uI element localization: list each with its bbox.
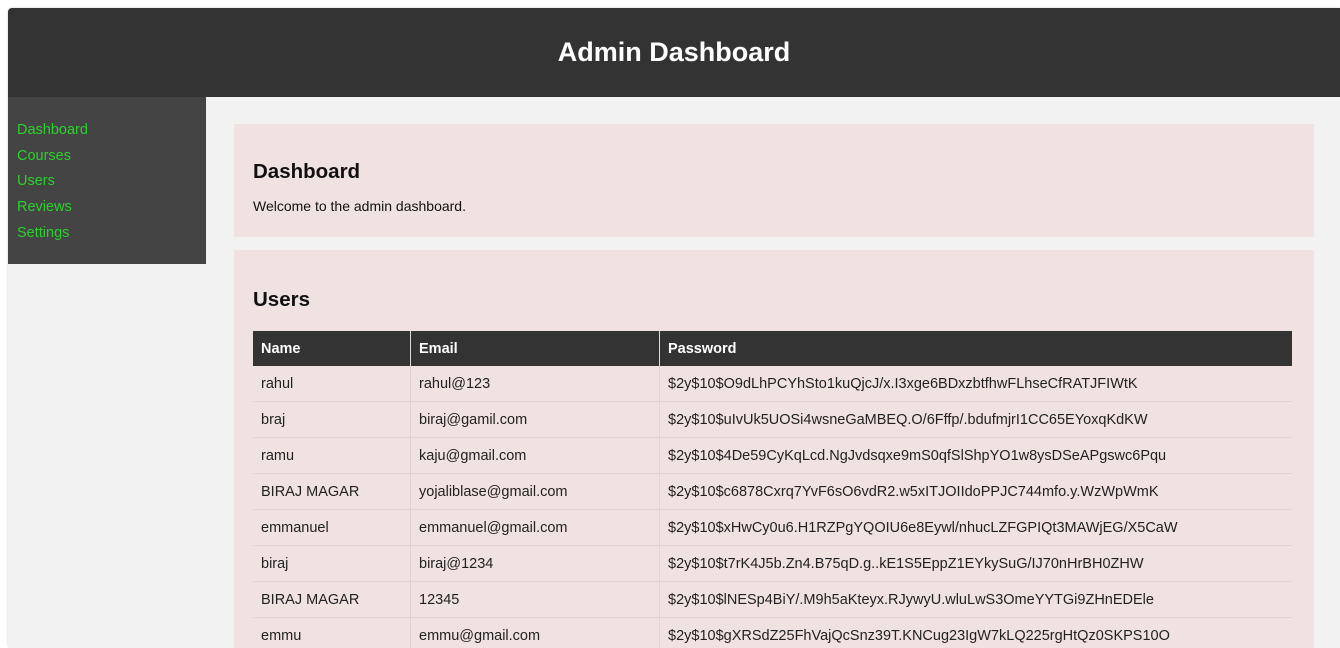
header-bar: Admin Dashboard — [8, 8, 1340, 97]
cell-password: $2y$10$c6878Cxrq7YvF6sO6vdR2.w5xITJOIIdo… — [659, 473, 1292, 510]
table-row: emmu emmu@gmail.com $2y$10$gXRSdZ25FhVaj… — [253, 617, 1292, 648]
users-card: Users Name Email Password rahul rahul@12… — [234, 250, 1314, 648]
cell-password: $2y$10$xHwCy0u6.H1RZPgYQOIU6e8Eywl/nhucL… — [659, 509, 1292, 546]
table-row: ramu kaju@gmail.com $2y$10$4De59CyKqLcd.… — [253, 437, 1292, 474]
cell-name: emmanuel — [253, 509, 411, 546]
column-header-email[interactable]: Email — [410, 331, 660, 366]
sidebar-item-courses[interactable]: Courses — [8, 144, 206, 170]
sidebar-item-dashboard[interactable]: Dashboard — [8, 118, 206, 144]
page-frame: Admin Dashboard Dashboard Courses Users … — [8, 8, 1340, 648]
cell-email: biraj@gamil.com — [410, 401, 660, 438]
table-row: braj biraj@gamil.com $2y$10$uIvUk5UOSi4w… — [253, 401, 1292, 438]
cell-password: $2y$10$t7rK4J5b.Zn4.B75qD.g..kE1S5EppZ1E… — [659, 545, 1292, 582]
users-table: Name Email Password rahul rahul@123 $2y$… — [253, 331, 1292, 648]
cell-email: emmanuel@gmail.com — [410, 509, 660, 546]
cell-email: rahul@123 — [410, 366, 660, 402]
welcome-text: Welcome to the admin dashboard. — [253, 198, 466, 214]
table-row: emmanuel emmanuel@gmail.com $2y$10$xHwCy… — [253, 509, 1292, 546]
dashboard-card: Dashboard Welcome to the admin dashboard… — [234, 124, 1314, 237]
cell-name: biraj — [253, 545, 411, 582]
users-heading: Users — [253, 288, 310, 311]
sidebar-item-settings[interactable]: Settings — [8, 221, 206, 247]
dashboard-heading: Dashboard — [253, 160, 361, 183]
cell-email: 12345 — [410, 581, 660, 618]
cell-name: braj — [253, 401, 411, 438]
cell-password: $2y$10$O9dLhPCYhSto1kuQjcJ/x.I3xge6BDxzb… — [659, 366, 1292, 402]
sidebar: Dashboard Courses Users Reviews Settings — [8, 97, 206, 264]
cell-name: rahul — [253, 366, 411, 402]
cell-name: BIRAJ MAGAR — [253, 581, 411, 618]
cell-email: yojaliblase@gmail.com — [410, 473, 660, 510]
cell-email: kaju@gmail.com — [410, 437, 660, 474]
cell-password: $2y$10$uIvUk5UOSi4wsneGaMBEQ.O/6Fffp/.bd… — [659, 401, 1292, 438]
cell-email: emmu@gmail.com — [410, 617, 660, 648]
cell-email: biraj@1234 — [410, 545, 660, 582]
main-content: Dashboard Welcome to the admin dashboard… — [234, 124, 1314, 648]
table-row: biraj biraj@1234 $2y$10$t7rK4J5b.Zn4.B75… — [253, 545, 1292, 582]
cell-password: $2y$10$lNESp4BiY/.M9h5aKteyx.RJywyU.wluL… — [659, 581, 1292, 618]
page-title: Admin Dashboard — [557, 37, 791, 67]
table-row: rahul rahul@123 $2y$10$O9dLhPCYhSto1kuQj… — [253, 366, 1292, 402]
column-header-password[interactable]: Password — [659, 331, 1292, 366]
cell-password: $2y$10$4De59CyKqLcd.NgJvdsqxe9mS0qfSlShp… — [659, 437, 1292, 474]
cell-name: BIRAJ MAGAR — [253, 473, 411, 510]
table-header-row: Name Email Password — [253, 331, 1292, 366]
cell-password: $2y$10$gXRSdZ25FhVajQcSnz39T.KNCug23IgW7… — [659, 617, 1292, 648]
table-row: BIRAJ MAGAR 12345 $2y$10$lNESp4BiY/.M9h5… — [253, 581, 1292, 618]
sidebar-item-reviews[interactable]: Reviews — [8, 195, 206, 221]
column-header-name[interactable]: Name — [253, 331, 411, 366]
table-row: BIRAJ MAGAR yojaliblase@gmail.com $2y$10… — [253, 473, 1292, 510]
sidebar-item-users[interactable]: Users — [8, 169, 206, 195]
cell-name: emmu — [253, 617, 411, 648]
cell-name: ramu — [253, 437, 411, 474]
